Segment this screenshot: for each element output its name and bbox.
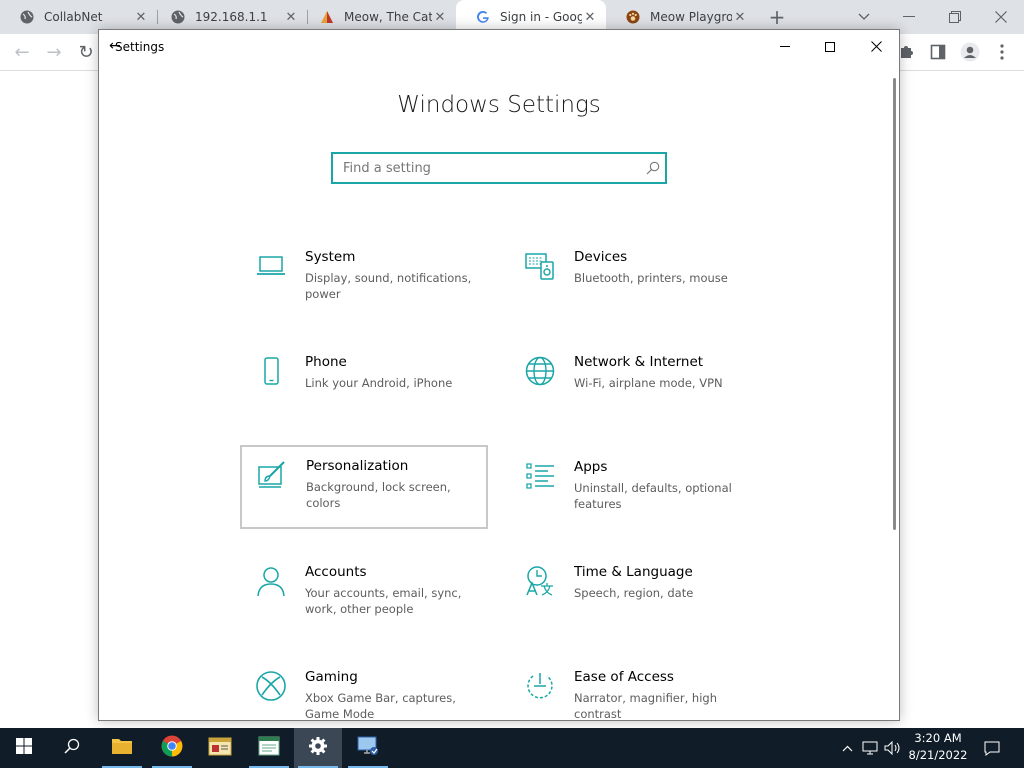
back-arrow-icon[interactable]: ← <box>8 34 36 70</box>
close-tab-icon[interactable]: ✕ <box>732 10 748 25</box>
chevron-up-icon[interactable] <box>838 728 856 768</box>
side-panel-icon[interactable] <box>924 34 952 70</box>
paintbrush-icon <box>256 459 288 491</box>
tile-time-language[interactable]: Time & Language Speech, region, date <box>510 553 758 637</box>
profile-avatar-icon[interactable] <box>956 34 984 70</box>
window-app-icon <box>208 736 232 760</box>
ease-of-access-icon <box>524 670 556 702</box>
globe-icon <box>524 355 556 387</box>
google-icon <box>476 10 490 24</box>
volume-icon[interactable] <box>882 728 904 768</box>
tile-devices[interactable]: Devices Bluetooth, printers, mouse <box>510 238 758 322</box>
browser-close-icon[interactable] <box>986 0 1016 34</box>
xbox-icon <box>255 670 287 702</box>
page-title: Windows Settings <box>397 92 601 118</box>
tile-apps[interactable]: Apps Uninstall, defaults, optional featu… <box>510 448 758 532</box>
laptop-icon <box>255 250 287 282</box>
phone-icon <box>255 355 287 387</box>
apps-list-icon <box>524 460 556 492</box>
devices-icon <box>524 250 556 282</box>
tile-phone[interactable]: Phone Link your Android, iPhone <box>241 343 489 427</box>
settings-window: ← Settings Windows Settings System Displ… <box>98 29 900 721</box>
tile-accounts[interactable]: Accounts Your accounts, email, sync, wor… <box>241 553 489 637</box>
windows-logo-icon <box>16 738 32 758</box>
minimize-button[interactable] <box>762 30 808 63</box>
search-icon <box>641 156 665 180</box>
clock-date: 8/21/2022 <box>908 748 968 762</box>
person-icon <box>255 565 287 597</box>
close-tab-icon[interactable]: ✕ <box>582 10 598 25</box>
triangle-logo-icon <box>320 10 334 24</box>
remote-desktop-icon <box>356 735 380 761</box>
remote-desktop-button[interactable] <box>344 728 392 768</box>
folder-icon <box>111 737 133 759</box>
chrome-button[interactable] <box>148 728 196 768</box>
close-tab-icon[interactable]: ✕ <box>133 10 149 25</box>
window-title: Settings <box>115 40 165 54</box>
tile-system[interactable]: System Display, sound, notifications, po… <box>241 238 489 322</box>
settings-titlebar: ← Settings <box>99 30 899 63</box>
settings-button[interactable] <box>294 728 342 768</box>
search-icon <box>64 738 80 758</box>
network-icon[interactable] <box>860 728 882 768</box>
tile-personalization[interactable]: Personalization Background, lock screen,… <box>240 445 488 529</box>
notifications-icon[interactable] <box>980 728 1004 768</box>
scrollbar[interactable] <box>893 78 896 530</box>
file-explorer-button[interactable] <box>98 728 146 768</box>
close-tab-icon[interactable]: ✕ <box>432 10 448 25</box>
search-input[interactable] <box>343 160 641 176</box>
notepad-icon <box>258 736 280 760</box>
gear-icon <box>308 736 328 760</box>
paw-icon <box>626 10 640 24</box>
forward-arrow-icon[interactable]: → <box>40 34 68 70</box>
close-button[interactable] <box>853 30 899 63</box>
notepad-button[interactable] <box>245 728 293 768</box>
maximize-button[interactable] <box>807 30 853 63</box>
browser-restore-icon[interactable] <box>940 0 970 34</box>
chrome-icon <box>161 735 183 761</box>
time-language-icon <box>524 565 556 597</box>
clock-time: 3:20 AM <box>914 731 962 745</box>
tile-gaming[interactable]: Gaming Xbox Game Bar, captures, Game Mod… <box>241 658 489 720</box>
taskbar-clock[interactable]: 3:20 AM 8/21/2022 <box>902 730 974 764</box>
start-button[interactable] <box>0 728 48 768</box>
more-menu-icon[interactable] <box>988 34 1016 70</box>
search-box[interactable] <box>331 152 667 184</box>
tile-network-internet[interactable]: Network & Internet Wi-Fi, airplane mode,… <box>510 343 758 427</box>
search-button[interactable] <box>48 728 96 768</box>
app-window-button[interactable] <box>196 728 244 768</box>
globe-icon <box>171 10 185 24</box>
reload-icon[interactable]: ↻ <box>72 34 100 70</box>
tile-ease-of-access[interactable]: Ease of Access Narrator, magnifier, high… <box>510 658 758 720</box>
close-tab-icon[interactable]: ✕ <box>283 10 299 25</box>
globe-icon <box>20 10 34 24</box>
